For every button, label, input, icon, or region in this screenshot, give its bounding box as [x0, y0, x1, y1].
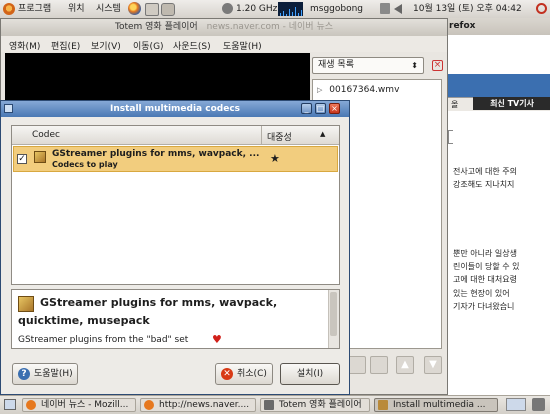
detail-description: GStreamer plugins from the "bad" set: [18, 335, 189, 345]
taskbar-item-label: Install multimedia ...: [393, 400, 486, 410]
cancel-button[interactable]: ✕ 취소(C): [215, 363, 273, 385]
camera-launcher-icon[interactable]: [161, 3, 175, 16]
help-button[interactable]: ? 도움말(H): [12, 363, 78, 385]
cpu-frequency: 1.20 GHz: [236, 4, 278, 14]
menu-view[interactable]: 보기(V): [91, 39, 121, 52]
add-icon[interactable]: [348, 356, 366, 374]
article-line: 전사고에 대한 주의: [453, 167, 517, 176]
ubuntu-logo-icon[interactable]: [3, 3, 15, 15]
heart-icon: ♥: [212, 333, 222, 346]
codec-detail: GStreamer plugins for mms, wavpack, quic…: [11, 289, 340, 349]
package-icon: [34, 151, 46, 163]
menu-edit[interactable]: 편집(E): [51, 39, 80, 52]
cancel-button-label: 취소(C): [237, 369, 267, 379]
install-button-label: 설치(I): [296, 369, 324, 379]
menu-help[interactable]: 도움말(H): [223, 39, 262, 52]
menu-applications[interactable]: 프로그램: [18, 2, 51, 16]
network-icon[interactable]: [380, 3, 390, 14]
cancel-icon: ✕: [221, 368, 233, 380]
taskbar-item-totem[interactable]: Totem 영화 플레이어: [260, 398, 370, 412]
detail-heading-line2: quicktime, musepack: [18, 314, 150, 327]
system-monitor-graph[interactable]: [278, 2, 303, 16]
volume-icon[interactable]: [394, 4, 402, 14]
taskbar-item-browser[interactable]: http://news.naver....: [140, 398, 256, 412]
show-desktop-icon[interactable]: [4, 399, 16, 410]
codec-subtitle: Codecs to play: [52, 160, 118, 169]
totem-menubar: 영화(M) 편집(E) 보기(V) 이동(G) 사운드(S) 도움말(H): [1, 36, 447, 52]
taskbar-item-codecs[interactable]: Install multimedia ...: [374, 398, 498, 412]
menu-sound[interactable]: 사운드(S): [173, 39, 211, 52]
move-up-icon[interactable]: ▲: [396, 356, 414, 374]
help-button-label: 도움말(H): [34, 369, 73, 379]
detail-scrollbar[interactable]: [328, 290, 339, 348]
menu-places[interactable]: 위치: [68, 2, 85, 16]
column-divider: [261, 126, 262, 144]
power-icon[interactable]: [536, 3, 547, 14]
install-codecs-dialog: Install multimedia codecs _ □ × Codec 대중…: [0, 100, 350, 395]
article-line: 기자가 다녀왔습니: [453, 302, 515, 311]
workspace-switcher-icon[interactable]: [506, 398, 526, 411]
totem-task-icon: [264, 400, 274, 410]
news-tab-partial[interactable]: 올: [451, 99, 458, 110]
news-tab-latest-tv[interactable]: 최신 TV기사: [473, 97, 550, 110]
window-menu-icon[interactable]: [4, 104, 13, 113]
move-down-icon[interactable]: ▼: [424, 356, 442, 374]
bottom-panel: 네이버 뉴스 - Mozill... http://news.naver....…: [0, 395, 550, 414]
dialog-titlebar[interactable]: Install multimedia codecs: [1, 101, 349, 117]
totem-title-text: Totem 영화 플레이어: [114, 22, 198, 32]
install-button[interactable]: 설치(I): [280, 363, 340, 385]
playlist-selector-label: 재생 목록: [318, 60, 354, 70]
playlist-item[interactable]: ▷ 00167364.wmv: [317, 85, 399, 95]
detail-heading-line1: GStreamer plugins for mms, wavpack,: [40, 296, 278, 309]
minimize-icon[interactable]: _: [301, 103, 312, 114]
username[interactable]: msggobong: [310, 2, 363, 16]
codec-checkbox[interactable]: ✓: [17, 154, 27, 164]
star-icon: ★: [270, 152, 280, 165]
clock[interactable]: 10월 13일 (토) 오후 04:42: [413, 2, 522, 16]
close-sidebar-icon[interactable]: ×: [432, 60, 443, 71]
column-popularity[interactable]: 대중성: [267, 130, 292, 143]
menu-go[interactable]: 이동(G): [133, 39, 164, 52]
maximize-icon[interactable]: □: [315, 103, 326, 114]
codec-table-header: Codec 대중성 ▲: [12, 126, 339, 145]
article-line: 뿐만 아니라 일상생: [453, 249, 517, 258]
dialog-title: Install multimedia codecs: [109, 104, 241, 114]
codec-table: Codec 대중성 ▲ ✓ GStreamer plugins for mms,…: [11, 125, 340, 285]
detail-package-icon: [18, 296, 34, 312]
playlist-selector[interactable]: 재생 목록 ⬍: [312, 57, 424, 74]
play-indicator-icon: ▷: [317, 86, 323, 94]
codec-task-icon: [378, 400, 388, 410]
firefox-task-icon: [26, 400, 36, 410]
taskbar-item-label: 네이버 뉴스 - Mozill...: [41, 400, 129, 410]
sort-asc-icon: ▲: [320, 130, 326, 138]
firefox-launcher-icon[interactable]: [128, 2, 141, 15]
mail-launcher-icon[interactable]: [145, 3, 159, 16]
taskbar-item-label: Totem 영화 플레이어: [279, 400, 362, 410]
column-codec[interactable]: Codec: [32, 130, 60, 140]
combo-arrows-icon: ⬍: [411, 61, 418, 70]
codec-row[interactable]: ✓ GStreamer plugins for mms, wavpack, ..…: [13, 146, 338, 172]
close-icon[interactable]: ×: [329, 103, 340, 114]
save-icon[interactable]: [370, 356, 388, 374]
totem-titlebar[interactable]: Totem 영화 플레이어 news.naver.com - 네이버 뉴스: [1, 19, 447, 36]
article-line: 고에 대한 대처요령: [453, 275, 517, 284]
menu-movie[interactable]: 영화(M): [9, 39, 40, 52]
article-line: 강조해도 지나치지: [453, 180, 515, 189]
help-icon: ?: [18, 368, 30, 380]
taskbar-item-label: http://news.naver....: [159, 400, 250, 410]
firefox-task-icon: [144, 400, 154, 410]
article-box-edge: [448, 130, 453, 144]
top-panel: 프로그램 위치 시스템 1.20 GHz msggobong 10월 13일 (…: [0, 0, 550, 19]
playlist-item-label: 00167364.wmv: [329, 85, 400, 95]
cpufreq-icon: [222, 3, 233, 14]
codec-name: GStreamer plugins for mms, wavpack, ...: [52, 149, 260, 159]
totem-title-url: news.naver.com - 네이버 뉴스: [206, 22, 333, 32]
firefox-title-text: refox: [449, 21, 476, 31]
article-line: 있는 현장이 있어: [453, 289, 510, 298]
article-line: 린이들이 당할 수 있: [453, 262, 520, 271]
menu-system[interactable]: 시스템: [96, 2, 121, 16]
trash-icon[interactable]: [532, 398, 545, 411]
firefox-content-top: [448, 35, 550, 74]
taskbar-item-firefox[interactable]: 네이버 뉴스 - Mozill...: [22, 398, 136, 412]
